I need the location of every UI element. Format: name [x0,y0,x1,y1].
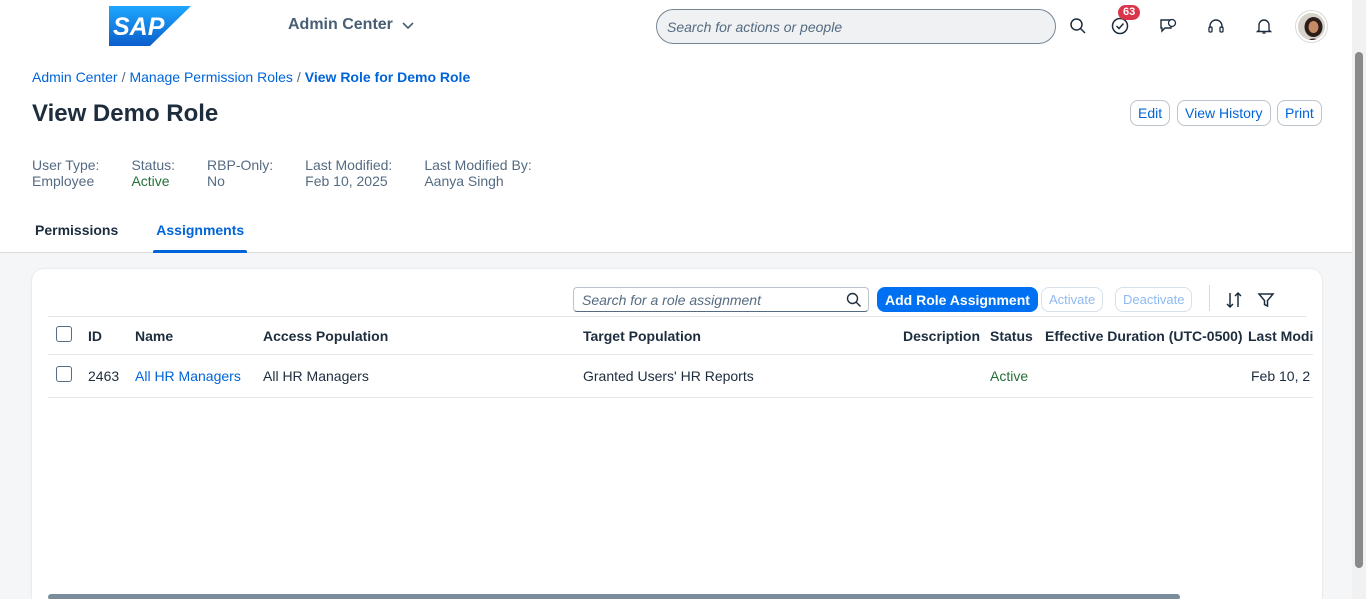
attr-last-modified: Last Modified: Feb 10, 2025 [305,157,393,189]
app-title-menu[interactable]: Admin Center [288,16,415,34]
table-toolbar: Add Role Assignment Activate Deactivate [48,281,1306,317]
user-avatar-icon [1298,13,1325,40]
page-header: Admin Center / Manage Permission Roles /… [0,52,1352,253]
sap-logo[interactable]: SAP [109,6,191,46]
cell-last-modified: Feb 10, 2 [1248,354,1314,398]
app-title: Admin Center [288,16,393,33]
add-role-assignment-button[interactable]: Add Role Assignment [877,287,1038,312]
row-checkbox[interactable] [56,366,72,382]
role-attributes: User Type: Employee Status: Active RBP-O… [32,157,564,189]
table-header-row: ID Name Access Population Target Populat… [48,318,1314,355]
deactivate-button[interactable]: Deactivate [1115,287,1193,312]
breadcrumb: Admin Center / Manage Permission Roles /… [32,69,470,85]
cell-target-population: Granted Users' HR Reports [583,354,903,398]
breadcrumb-manage-permission-roles[interactable]: Manage Permission Roles [129,69,292,85]
assignments-table: ID Name Access Population Target Populat… [48,318,1314,398]
cell-name: All HR Managers [135,354,263,398]
column-header-status[interactable]: Status [990,318,1045,355]
row-select-cell [48,354,88,398]
cell-status: Active [990,354,1045,398]
view-history-button[interactable]: View History [1177,100,1271,126]
horizontal-scrollbar[interactable] [48,594,1180,599]
user-avatar[interactable] [1296,11,1327,42]
cell-access-population: All HR Managers [263,354,583,398]
column-header-access-population[interactable]: Access Population [263,318,583,355]
toolbar-separator [1209,285,1210,311]
role-assignment-link[interactable]: All HR Managers [135,368,241,384]
search-icon[interactable] [846,292,862,308]
breadcrumb-admin-center[interactable]: Admin Center [32,69,118,85]
attr-last-modified-by: Last Modified By: Aanya Singh [424,157,532,189]
status-value: Active [131,173,170,189]
column-header-target-population[interactable]: Target Population [583,318,903,355]
tab-bar: Permissions Assignments [32,212,279,253]
joule-chat-icon[interactable] [1156,14,1180,38]
chevron-down-icon [402,22,414,30]
column-header-description[interactable]: Description [903,318,990,355]
attr-user-type: User Type: Employee [32,157,100,189]
attr-rbp-only: RBP-Only: No [207,157,274,189]
table-row[interactable]: 2463 All HR Managers All HR Managers Gra… [48,354,1314,398]
headset-icon[interactable] [1204,14,1228,38]
print-button[interactable]: Print [1277,100,1322,126]
shell-bar: SAP Admin Center 63 [0,0,1352,52]
activate-button[interactable]: Activate [1041,287,1104,312]
select-all-checkbox[interactable] [56,326,72,343]
edit-button[interactable]: Edit [1130,100,1171,126]
breadcrumb-separator: / [296,69,301,85]
vertical-scrollbar-thumb[interactable] [1355,52,1363,568]
breadcrumb-current: View Role for Demo Role [304,69,471,85]
column-header-id[interactable]: ID [88,318,135,355]
global-search-input[interactable] [657,10,1055,43]
cell-id: 2463 [88,354,135,398]
bell-icon[interactable] [1252,14,1276,38]
role-assignment-search-input[interactable] [574,288,846,311]
column-header-name[interactable]: Name [135,318,263,355]
assignments-card: Add Role Assignment Activate Deactivate … [32,269,1322,599]
sap-logo-text: SAP [113,13,165,41]
tab-assignments[interactable]: Assignments [153,212,248,253]
attr-status: Status: Active [131,157,176,189]
tab-permissions[interactable]: Permissions [32,212,121,253]
page-title: View Demo Role [32,100,219,127]
notification-count-badge: 63 [1118,5,1141,20]
select-all-cell [48,318,88,355]
breadcrumb-separator: / [121,69,126,85]
column-header-last-modified[interactable]: Last Modi [1248,318,1314,355]
cell-description [903,354,990,398]
column-header-effective-duration[interactable]: Effective Duration (UTC-0500) [1045,318,1248,355]
global-search[interactable] [656,9,1056,44]
sort-icon[interactable] [1224,290,1244,310]
filter-icon[interactable] [1256,290,1276,310]
cell-effective-duration [1045,354,1248,398]
role-assignment-search[interactable] [573,287,869,312]
search-icon[interactable] [1066,14,1090,38]
